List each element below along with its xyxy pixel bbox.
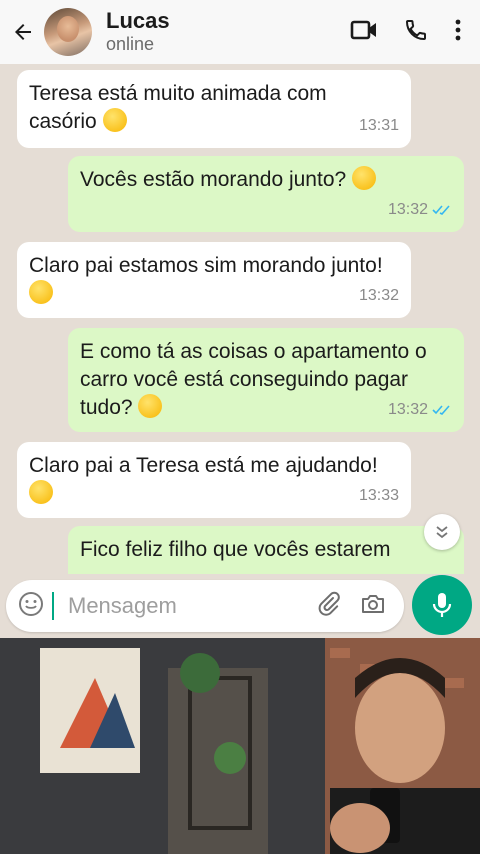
camera-video-overlay: [0, 638, 480, 854]
message-time: 13:33: [358, 487, 399, 504]
message-text: E como tá as coisas o apartamento o carr…: [80, 340, 427, 419]
slightly-smiling-face-emoji-icon: [29, 280, 53, 304]
voice-record-button[interactable]: [412, 575, 472, 635]
message-text: Teresa está muito animada com casório: [29, 82, 327, 133]
thinking-face-emoji-icon: [138, 394, 163, 418]
double-chevron-down-icon: [436, 526, 448, 539]
back-arrow-icon[interactable]: [10, 19, 36, 45]
video-call-icon[interactable]: [350, 19, 378, 46]
camera-icon[interactable]: [360, 592, 386, 621]
smiling-face-emoji-icon: [29, 480, 53, 504]
message-time: 13:31: [358, 117, 399, 134]
message-input[interactable]: [66, 592, 290, 620]
microphone-icon: [432, 593, 452, 617]
phone-icon[interactable]: [404, 18, 428, 47]
contact-info[interactable]: Lucas online: [106, 9, 170, 55]
message-outgoing[interactable]: E como tá as coisas o apartamento o carr…: [68, 328, 464, 432]
message-text: Claro pai a Teresa está me ajudando!: [29, 454, 378, 477]
attach-icon[interactable]: [316, 591, 342, 622]
contact-status: online: [106, 34, 155, 54]
message-time: 13:32: [358, 287, 399, 304]
avatar[interactable]: [44, 8, 92, 56]
message-time: 13:32: [387, 201, 428, 218]
message-text: Vocês estão morando junto?: [80, 168, 347, 191]
emoji-icon[interactable]: [18, 591, 44, 622]
message-outgoing[interactable]: Vocês estão morando junto? 13:32: [68, 156, 464, 232]
double-check-read-icon: [432, 405, 450, 415]
message-text: Fico feliz filho que vocês estarem: [80, 538, 391, 561]
message-outgoing[interactable]: Fico feliz filho que vocês estarem: [68, 526, 464, 574]
chat-header: Lucas online: [0, 0, 480, 64]
message-incoming[interactable]: Claro pai a Teresa está me ajudando! 13:…: [17, 442, 411, 518]
face-with-raised-eyebrow-emoji-icon: [352, 166, 377, 190]
double-check-read-icon: [432, 205, 450, 215]
video-scene-image: [0, 638, 480, 854]
grinning-face-emoji-icon: [102, 108, 127, 132]
message-time: 13:32: [387, 401, 428, 418]
contact-name: Lucas: [106, 8, 170, 33]
chat-area[interactable]: Teresa está muito animada com casório 13…: [0, 64, 480, 574]
message-incoming[interactable]: Teresa está muito animada com casório 13…: [17, 70, 411, 148]
text-cursor: [52, 592, 54, 620]
message-text: Claro pai estamos sim morando junto!: [29, 254, 383, 277]
message-incoming[interactable]: Claro pai estamos sim morando junto! 13:…: [17, 242, 411, 318]
more-vert-icon[interactable]: [454, 18, 462, 47]
scroll-to-bottom-button[interactable]: [424, 514, 460, 550]
message-composer: [6, 580, 404, 632]
